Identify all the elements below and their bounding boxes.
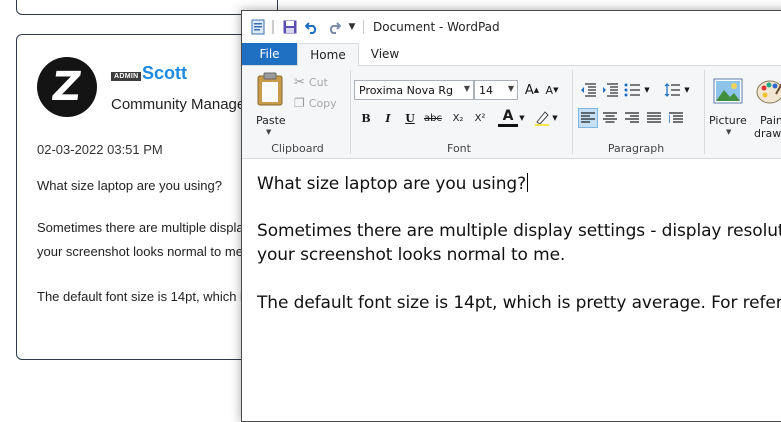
author-name-link[interactable]: Scott	[142, 63, 187, 84]
customize-quick-access-icon[interactable]: ▼	[346, 19, 358, 35]
shrink-font-icon[interactable]: A ▼	[542, 80, 562, 100]
font-size-value: 14	[479, 83, 493, 97]
undo-icon[interactable]	[304, 19, 320, 35]
post-timestamp: 02-03-2022 03:51 PM	[37, 142, 163, 157]
post-text-line: your screenshot looks normal to me.	[37, 244, 247, 259]
paste-dropdown-icon: ▼	[266, 128, 272, 136]
picture-button[interactable]: Picture ▼	[709, 72, 747, 142]
wordpad-window: ▼ Document - WordPad File Home View Past…	[241, 10, 781, 422]
tab-view[interactable]: View	[360, 43, 410, 65]
picture-icon	[713, 78, 743, 104]
scissors-icon: ✂	[294, 75, 305, 90]
tab-home[interactable]: Home	[297, 43, 359, 66]
ribbon-tabs: File Home View	[242, 43, 781, 66]
document-line: Sometimes there are multiple display set…	[257, 221, 781, 241]
drawing-label: drawing	[754, 127, 781, 140]
superscript-button[interactable]: X²	[470, 108, 490, 128]
text-color-button[interactable]: A	[498, 108, 518, 127]
justify-button[interactable]	[644, 108, 664, 128]
toolbar-divider	[363, 20, 364, 34]
subscript-button[interactable]: X₂	[448, 108, 468, 128]
text-caret	[527, 173, 529, 192]
font-family-value: Proxima Nova Rg	[359, 83, 453, 97]
cut-button[interactable]: ✂ Cut	[294, 75, 328, 90]
avatar[interactable]: Z	[37, 57, 97, 117]
italic-button[interactable]: I	[378, 108, 398, 128]
chevron-down-icon: ▼	[463, 84, 470, 93]
cut-label: Cut	[308, 76, 328, 89]
admin-badge: ADMIN	[111, 72, 142, 81]
chevron-down-icon[interactable]: ▼	[517, 108, 527, 128]
bullet-list-icon[interactable]	[622, 80, 642, 100]
picture-label: Picture	[709, 114, 747, 127]
font-family-select[interactable]: Proxima Nova Rg ▼	[354, 80, 474, 100]
grow-font-icon[interactable]: A ▲	[522, 80, 542, 100]
title-bar: ▼ Document - WordPad	[242, 11, 781, 43]
highlight-color-icon[interactable]	[532, 108, 552, 128]
document-line: your screenshot looks normal to me.	[257, 245, 566, 265]
increase-indent-icon[interactable]	[600, 80, 620, 100]
ribbon-home: Paste ▼ ✂ Cut ❐ Copy Clipboard Proxima N…	[242, 66, 781, 159]
strikethrough-button[interactable]: abc	[423, 108, 443, 128]
author-role: Community Manager	[111, 96, 251, 113]
group-divider	[350, 70, 351, 154]
avatar-logo-glyph: Z	[49, 64, 85, 110]
align-left-button[interactable]	[578, 108, 598, 128]
clipboard-icon	[257, 72, 283, 106]
save-icon[interactable]	[282, 19, 298, 35]
document-editor[interactable]: What size laptop are you using? Sometime…	[242, 159, 781, 421]
document-line-text: What size laptop are you using?	[257, 174, 527, 194]
copy-icon: ❐	[294, 96, 305, 110]
group-label-paragraph: Paragraph	[607, 142, 665, 155]
chevron-down-icon: ▼	[507, 84, 514, 93]
align-right-button[interactable]	[622, 108, 642, 128]
copy-button[interactable]: ❐ Copy	[294, 96, 337, 110]
forum-post-card: Z ADMIN Scott Community Manager 02-03-20…	[16, 34, 421, 360]
paragraph-settings-icon[interactable]	[666, 108, 686, 128]
paint-palette-icon	[756, 80, 781, 104]
group-divider	[704, 70, 705, 154]
paste-button[interactable]: Paste ▼	[254, 72, 286, 136]
window-title: Document - WordPad	[373, 20, 500, 34]
document-line: The default font size is 14pt, which is …	[257, 293, 781, 313]
app-icon[interactable]	[250, 19, 266, 35]
align-center-button[interactable]	[600, 108, 620, 128]
paint-label: Paint	[760, 114, 781, 127]
post-text-line: What size laptop are you using?	[37, 178, 222, 193]
bold-button[interactable]: B	[356, 108, 376, 128]
decrease-indent-icon[interactable]	[578, 80, 598, 100]
chevron-down-icon: ▼	[726, 128, 732, 136]
paste-label: Paste	[256, 114, 286, 127]
copy-label: Copy	[308, 96, 337, 110]
chevron-down-icon[interactable]: ▼	[550, 108, 560, 128]
chevron-down-icon[interactable]: ▼	[642, 80, 652, 100]
redo-icon[interactable]	[326, 19, 342, 35]
document-line: What size laptop are you using?	[257, 173, 529, 194]
group-divider	[572, 70, 573, 154]
paint-drawing-button[interactable]: Paint drawing	[754, 72, 781, 142]
underline-button[interactable]: U	[400, 108, 420, 128]
chevron-down-icon[interactable]: ▼	[682, 80, 692, 100]
font-size-select[interactable]: 14 ▼	[474, 80, 518, 100]
toolbar-divider	[272, 20, 274, 34]
tab-file[interactable]: File	[242, 43, 297, 65]
group-label-clipboard: Clipboard	[271, 142, 324, 155]
line-spacing-icon[interactable]	[662, 80, 682, 100]
group-label-font: Font	[447, 142, 471, 155]
previous-post-card	[16, 0, 278, 15]
